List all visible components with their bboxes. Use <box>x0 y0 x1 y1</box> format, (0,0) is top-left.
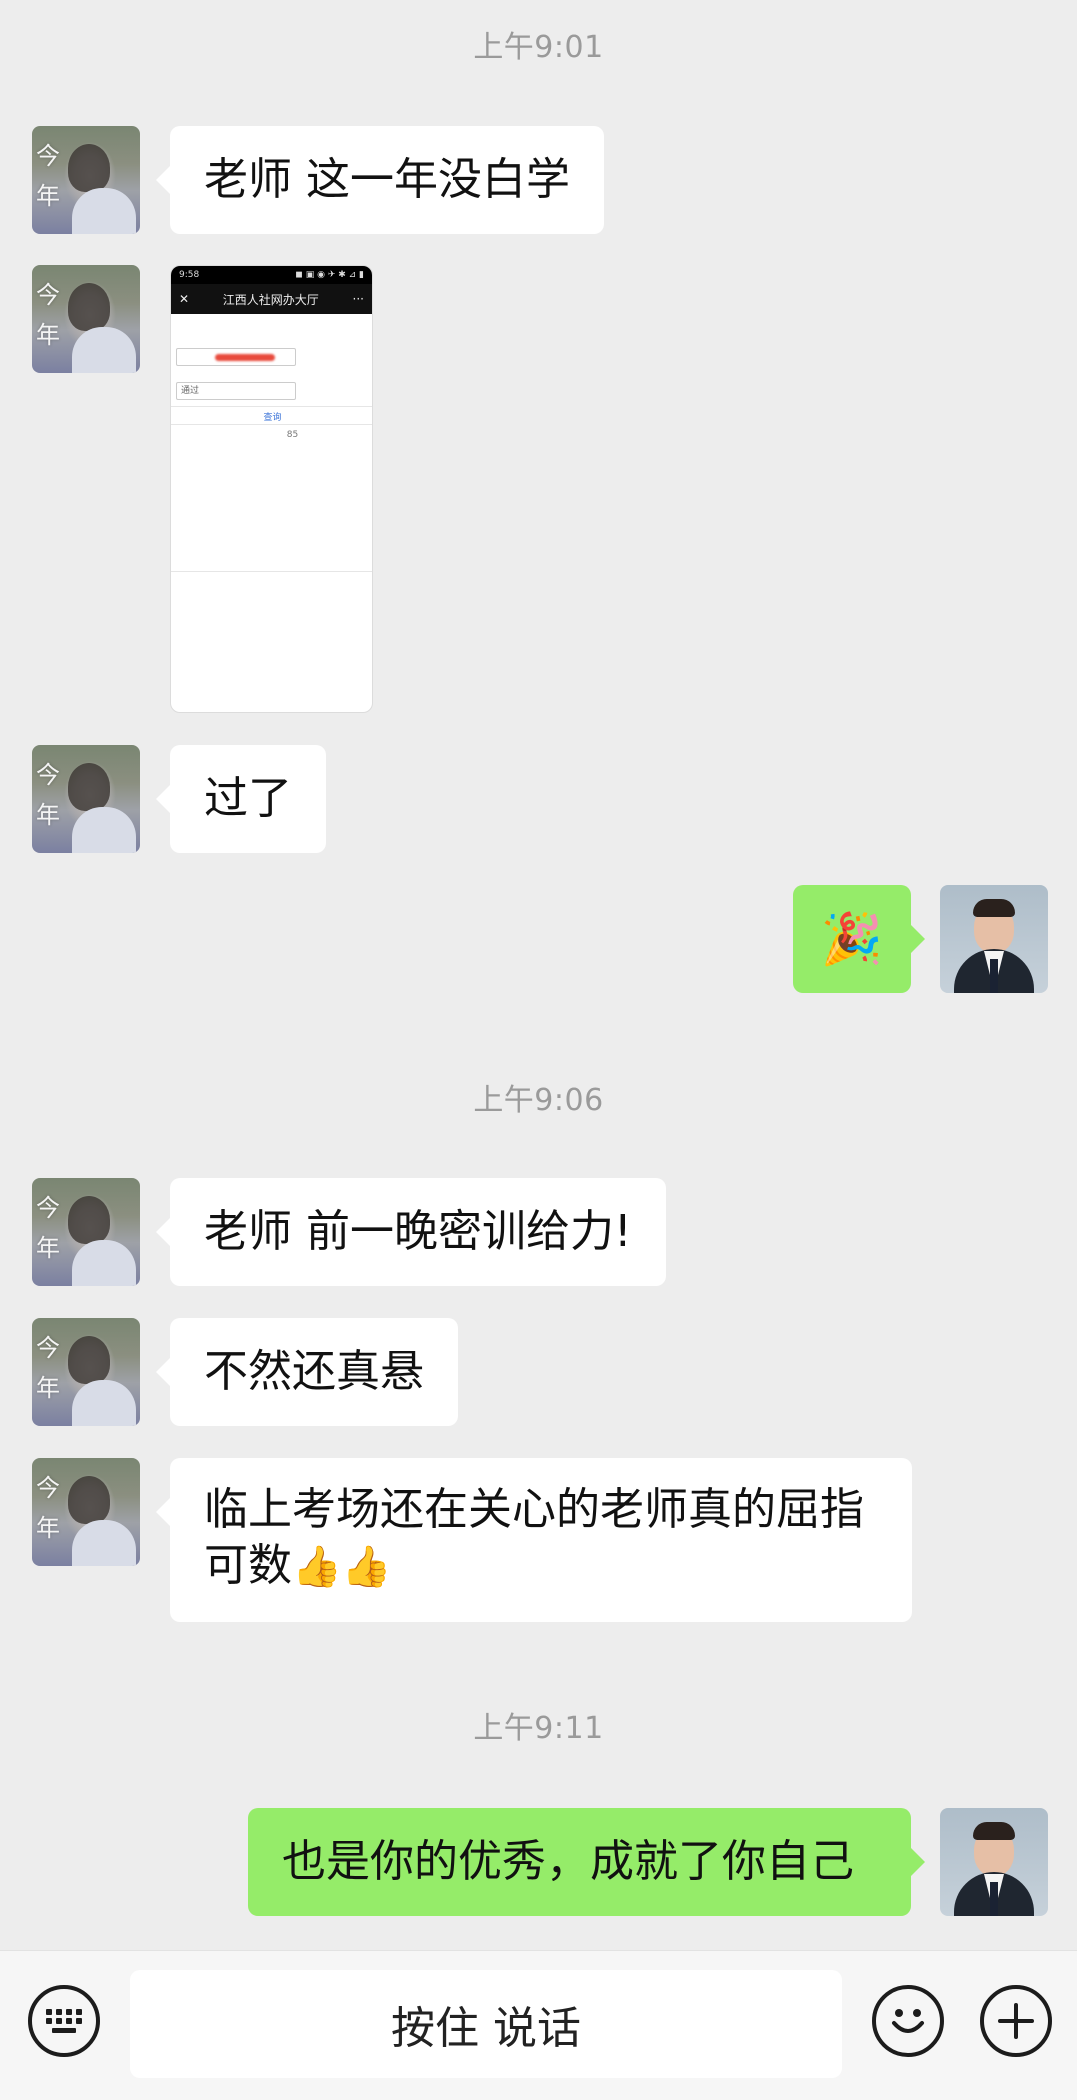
thumb-redaction <box>215 354 275 361</box>
image-message[interactable]: 9:58 ◼ ▣ ◉ ✈ ✱ ⊿ ▮ ✕ 江西人社网办大厅 ··· 通过 查询 … <box>170 265 373 713</box>
thumb-status-bar: 9:58 ◼ ▣ ◉ ✈ ✱ ⊿ ▮ <box>171 266 372 284</box>
party-popper-icon: 🎉 <box>820 910 884 968</box>
thumb-status-icons: ◼ ▣ ◉ ✈ ✱ ⊿ ▮ <box>295 270 364 280</box>
keyboard-icon[interactable] <box>28 1985 100 2057</box>
thumb-close-icon: ✕ <box>179 292 190 306</box>
hold-to-talk-button[interactable]: 按住 说话 <box>130 1970 842 2078</box>
avatar-calligraphy: 今 年 <box>36 281 60 349</box>
message-text: 过了 <box>204 773 292 824</box>
message-text-line: 可数 <box>204 1540 292 1591</box>
timestamp: 上午9:01 <box>473 30 604 65</box>
avatar-calligraphy: 今 年 <box>36 1474 60 1542</box>
message-text: 不然还真悬 <box>204 1346 424 1397</box>
avatar[interactable]: 今 年 <box>32 1458 140 1566</box>
avatar-calligraphy: 今 年 <box>36 1194 60 1262</box>
thumbs-up-icon: 👍👍 <box>292 1544 392 1590</box>
message-bubble-sent[interactable]: 🎉 <box>793 885 925 993</box>
thumb-title-bar: ✕ 江西人社网办大厅 ··· <box>171 284 372 314</box>
avatar[interactable]: 今 年 <box>32 1318 140 1426</box>
message-text-line: 临上考场还在关心的老师真的屈指 <box>204 1484 864 1535</box>
my-avatar[interactable] <box>940 885 1048 993</box>
timestamp: 上午9:11 <box>473 1711 604 1746</box>
message-bubble[interactable]: 过了 <box>156 745 326 853</box>
thumb-score: 85 <box>286 430 299 440</box>
avatar-calligraphy: 今 年 <box>36 761 60 829</box>
message-bubble[interactable]: 临上考场还在关心的老师真的屈指 可数👍👍 <box>156 1458 912 1622</box>
plus-icon[interactable] <box>980 1985 1052 2057</box>
thumb-link: 查询 <box>263 413 282 423</box>
thumb-page-title: 江西人社网办大厅 <box>222 292 319 307</box>
emoji-icon[interactable] <box>872 1985 944 2057</box>
message-bubble-sent[interactable]: 也是你的优秀，成就了你自己 <box>248 1808 925 1916</box>
timestamp: 上午9:06 <box>473 1083 604 1118</box>
message-bubble[interactable]: 老师 这一年没白学 <box>156 126 604 234</box>
thumb-more-icon: ··· <box>352 292 364 306</box>
my-avatar[interactable] <box>940 1808 1048 1916</box>
message-text: 老师 这一年没白学 <box>204 154 570 205</box>
thumb-field-2: 通过 <box>176 382 296 400</box>
avatar[interactable]: 今 年 <box>32 126 140 234</box>
message-text: 老师 前一晚密训给力! <box>204 1206 632 1257</box>
message-text: 也是你的优秀，成就了你自己 <box>282 1836 854 1887</box>
message-bubble[interactable]: 不然还真悬 <box>156 1318 458 1426</box>
avatar[interactable]: 今 年 <box>32 265 140 373</box>
thumb-time: 9:58 <box>179 270 200 280</box>
input-bar: 按住 说话 <box>0 1950 1077 2100</box>
avatar[interactable]: 今 年 <box>32 1178 140 1286</box>
avatar[interactable]: 今 年 <box>32 745 140 853</box>
avatar-calligraphy: 今 年 <box>36 1334 60 1402</box>
avatar-calligraphy: 今 年 <box>36 142 60 210</box>
message-bubble[interactable]: 老师 前一晚密训给力! <box>156 1178 666 1286</box>
